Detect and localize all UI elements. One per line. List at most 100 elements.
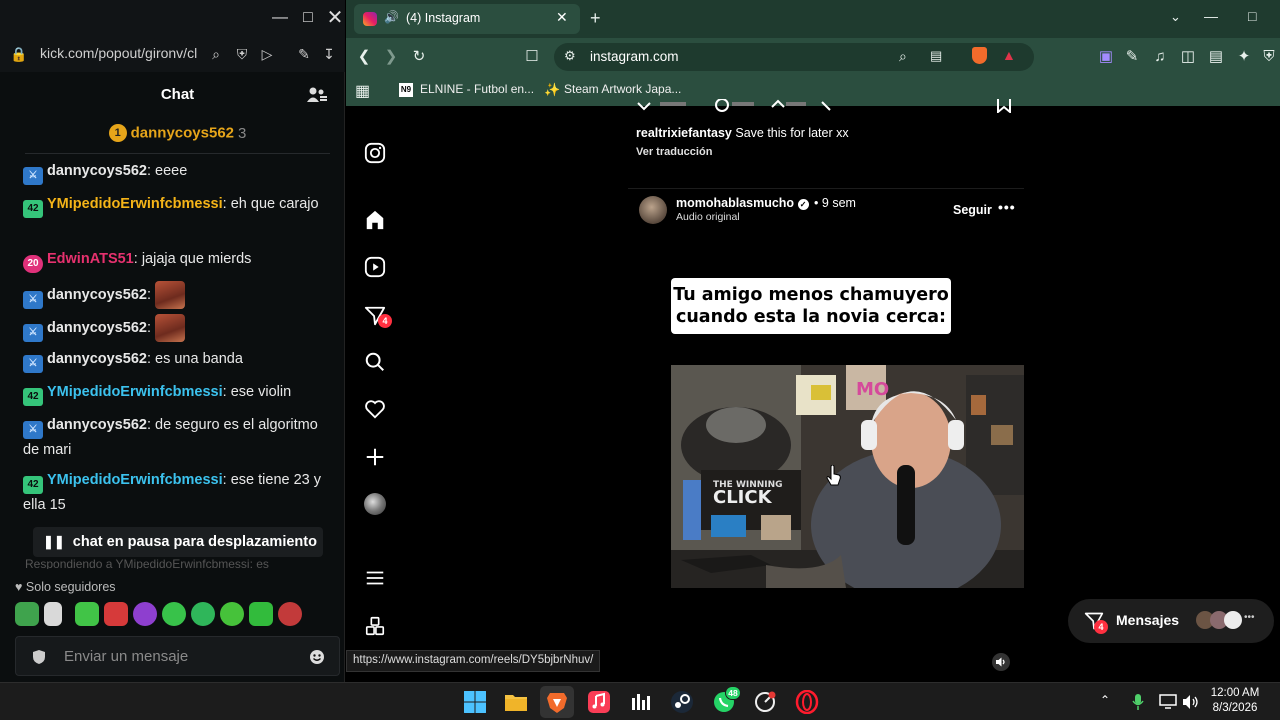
network-icon[interactable] <box>1159 694 1177 710</box>
save-icon[interactable] <box>996 99 1012 113</box>
download-icon[interactable]: ↧ <box>320 45 338 63</box>
subscriber-badge-icon: 42 <box>23 476 43 494</box>
brave-icon[interactable] <box>545 690 569 714</box>
author-avatar[interactable] <box>639 196 667 224</box>
profile-avatar[interactable] <box>364 493 386 515</box>
music-icon[interactable]: ♫ <box>1150 47 1170 67</box>
hand-emote-icon[interactable] <box>44 602 62 626</box>
top-gifter-name: dannycoys562 <box>130 124 235 142</box>
start-icon[interactable] <box>463 690 487 714</box>
bookmark-icon[interactable]: ☐ <box>522 47 542 67</box>
chat-username[interactable]: EdwinATS51 <box>47 251 134 267</box>
tab-close-icon[interactable]: ✕ <box>556 9 568 26</box>
frog-emote-icon[interactable] <box>15 602 39 626</box>
also-from-meta-icon[interactable] <box>364 615 386 637</box>
tab-search-icon[interactable]: ⌄ <box>1170 9 1181 25</box>
chat-username[interactable]: YMipedidoErwinfcbmessi <box>47 196 223 212</box>
tab-instagram[interactable]: 🔊 (4) Instagram ✕ <box>354 4 580 34</box>
reels-icon[interactable] <box>364 256 386 278</box>
heart-icon[interactable] <box>364 398 386 420</box>
smile-emote-icon[interactable] <box>162 602 186 626</box>
emoji-icon[interactable] <box>309 649 325 665</box>
minimize-button[interactable]: — <box>1204 8 1218 24</box>
home-icon[interactable] <box>364 209 386 231</box>
instagram-logo-icon[interactable] <box>364 142 386 164</box>
previous-post-username[interactable]: realtrixiefantasy <box>636 126 732 140</box>
bookmark-steam-artwork[interactable]: Steam Artwork Japa... <box>564 82 681 96</box>
audio-equalizer-icon[interactable] <box>629 690 653 714</box>
shield-icon[interactable]: ⛨ <box>233 45 251 63</box>
audio-label[interactable]: Audio original <box>676 211 740 223</box>
chat-paused-button[interactable]: ❚❚ chat en pausa para desplazamiento <box>33 527 323 557</box>
file-explorer-icon[interactable] <box>504 690 528 714</box>
top-gifter-banner[interactable]: 1 dannycoys562 3 <box>25 124 330 154</box>
chat-username[interactable]: dannycoys562 <box>47 417 147 433</box>
robot-emote-icon[interactable] <box>104 602 128 626</box>
minimize-button[interactable]: — <box>270 8 290 28</box>
extensions-icon[interactable]: ✎ <box>1122 47 1142 67</box>
music-app-icon[interactable] <box>587 690 611 714</box>
author-username[interactable]: momohablasmucho <box>676 196 794 210</box>
wallet-icon[interactable]: ▣ <box>1096 47 1116 67</box>
opera-gx-icon[interactable] <box>795 690 819 714</box>
kick-chat-window: — □ ✕ 🔒 kick.com/popout/gironv/cl ⌕ ⛨ ▷ … <box>0 0 345 682</box>
address-url[interactable]: instagram.com <box>590 49 679 64</box>
address-bar[interactable]: ⚙ instagram.com ⌕ ▤ ▲ <box>554 43 1034 71</box>
zoom-icon[interactable]: ⌕ <box>899 48 907 65</box>
zoom-icon[interactable]: ⌕ <box>207 45 225 63</box>
steam-icon[interactable] <box>670 690 694 714</box>
cast-icon[interactable]: ▤ <box>930 48 942 64</box>
kick-address-bar[interactable]: 🔒 kick.com/popout/gironv/cl ⌕ ⛨ ▷ ✎ ↧ <box>0 36 345 72</box>
system-clock[interactable]: 12:00 AM 8/3/2026 <box>1200 686 1270 716</box>
chat-input[interactable]: Enviar un mensaje <box>15 636 340 676</box>
slime-emote-icon[interactable] <box>249 602 273 626</box>
chat-username[interactable]: dannycoys562 <box>47 287 147 303</box>
extensions-icon[interactable]: ✎ <box>295 45 313 63</box>
brave-rewards-icon[interactable]: ▲ <box>1002 47 1016 63</box>
brave-shields-icon[interactable] <box>972 47 987 64</box>
translate-link[interactable]: Ver traducción <box>636 146 1036 158</box>
system-monitor-icon[interactable] <box>753 690 777 714</box>
chat-username[interactable]: dannycoys562 <box>47 320 147 336</box>
mute-toggle-icon[interactable] <box>992 653 1010 671</box>
glasses-emote-icon[interactable] <box>133 602 157 626</box>
users-icon[interactable] <box>307 86 327 104</box>
send-icon[interactable]: ▷ <box>258 45 276 63</box>
maximize-button[interactable]: □ <box>298 8 318 28</box>
follow-button[interactable]: Seguir <box>953 203 992 217</box>
more-options-icon[interactable]: ••• <box>998 199 1016 215</box>
tray-overflow-icon[interactable]: ⌃ <box>1100 693 1110 707</box>
video-frame[interactable]: MO THE WINNING CLICK <box>671 365 1024 588</box>
dizzy-emote-icon[interactable] <box>191 602 215 626</box>
chat-username[interactable]: YMipedidoErwinfcbmessi <box>47 384 223 400</box>
close-button[interactable]: ✕ <box>325 8 345 28</box>
audio-playing-icon[interactable]: 🔊 <box>384 10 399 24</box>
mouth-emote-icon[interactable] <box>278 602 302 626</box>
create-icon[interactable] <box>364 446 386 468</box>
forward-icon[interactable]: ❯ <box>381 47 401 67</box>
menu-icon[interactable] <box>364 567 386 589</box>
maximize-button[interactable]: □ <box>1248 8 1256 24</box>
kick-url[interactable]: kick.com/popout/gironv/cl <box>40 45 200 61</box>
messages-dock[interactable]: 4 Mensajes ••• <box>1068 599 1274 643</box>
search-icon[interactable] <box>364 351 386 373</box>
new-tab-icon[interactable]: + <box>590 8 601 29</box>
apps-grid-icon[interactable]: ▦ <box>355 81 370 101</box>
cup-emote-icon[interactable] <box>75 602 99 626</box>
chat-username[interactable]: dannycoys562 <box>47 163 147 179</box>
vpn-icon[interactable]: ⛨ <box>1259 47 1279 67</box>
leo-ai-icon[interactable]: ✦ <box>1234 47 1254 67</box>
reload-icon[interactable]: ↻ <box>409 47 429 67</box>
volume-icon[interactable] <box>1182 694 1200 710</box>
blob-emote-icon[interactable] <box>220 602 244 626</box>
bookmark-elnine[interactable]: ELNINE - Futbol en... <box>420 82 534 96</box>
wallet-panel-icon[interactable]: ▤ <box>1206 47 1226 67</box>
reel-video-area[interactable]: Tu amigo menos chamuyero cuando esta la … <box>628 229 1024 588</box>
sidebar-icon[interactable]: ◫ <box>1178 47 1198 67</box>
chat-username[interactable]: YMipedidoErwinfcbmessi <box>47 472 223 488</box>
site-info-icon[interactable]: ⚙ <box>564 48 576 64</box>
chat-username[interactable]: dannycoys562 <box>47 351 147 367</box>
microphone-icon[interactable] <box>1132 693 1144 711</box>
back-icon[interactable]: ❮ <box>354 47 374 67</box>
sword-badge-icon: ⚔ <box>23 355 43 373</box>
